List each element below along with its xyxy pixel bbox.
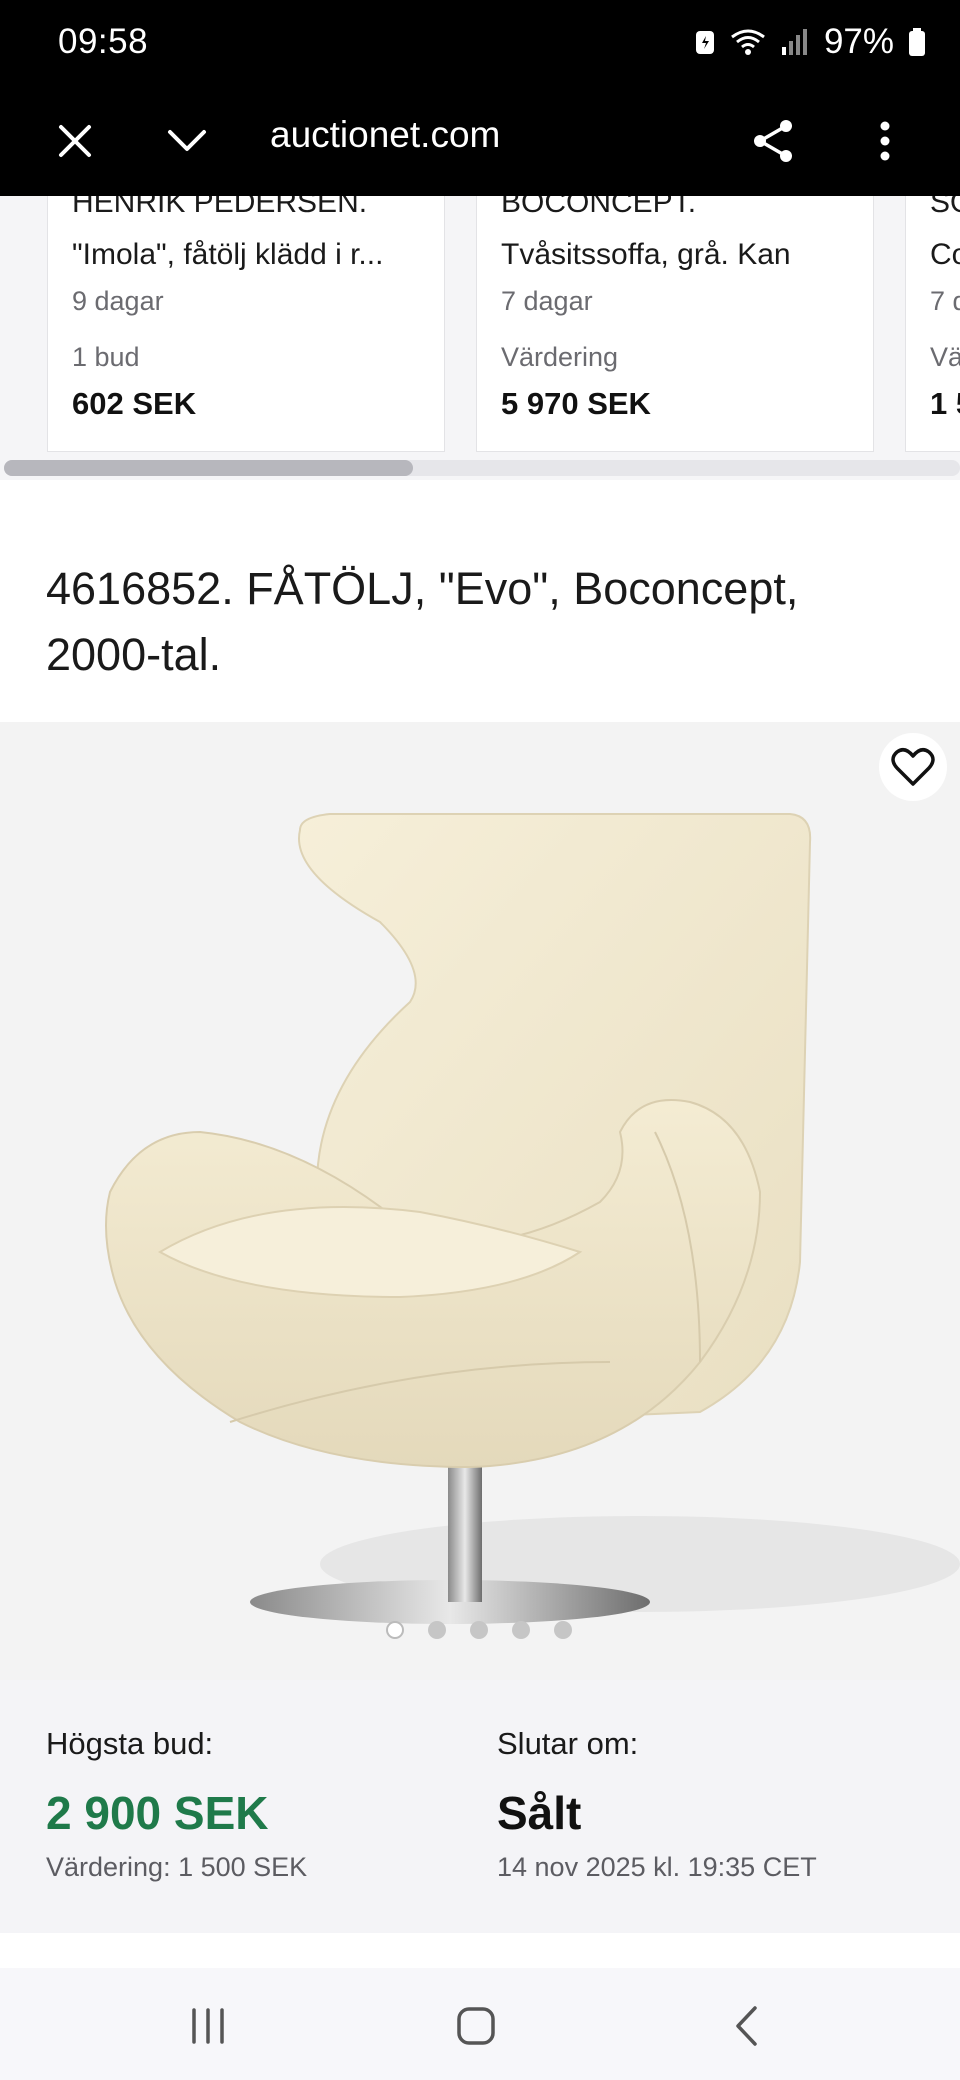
battery-percent: 97% [823,22,894,61]
card-title: SO [930,196,960,219]
card-price: 1 5 [930,386,960,421]
image-dot-4[interactable] [512,1621,530,1639]
carousel-scrollbar-thumb[interactable] [4,460,413,476]
battery-icon [908,27,926,57]
ends-label: Slutar om: [497,1726,639,1761]
recommendation-card[interactable]: SO Co 7 d Vä 1 5 [905,196,960,452]
card-subtitle: Tvåsitssoffa, grå. Kan [501,238,791,271]
item-title: 4616852. FÅTÖLJ, "Evo", Boconcept, 2000-… [46,563,799,680]
home-button[interactable] [436,1996,516,2056]
card-time-left: 9 dagar [72,286,164,316]
status-time: 09:58 [58,22,149,61]
close-tab-button[interactable] [40,106,110,176]
image-dot-1[interactable] [386,1621,404,1639]
more-vert-icon [880,121,890,161]
recommendation-card[interactable]: HENRIK PEDERSEN. "Imola", fåtölj klädd i… [47,196,445,452]
product-image[interactable] [0,722,960,1680]
valuation-text: Värdering: 1 500 SEK [46,1852,308,1882]
heart-icon [891,748,935,786]
highest-bid-amount: 2 900 SEK [46,1787,269,1839]
back-icon [736,2006,757,2046]
sale-status: Sålt [497,1787,582,1839]
recent-apps-button[interactable] [168,1996,248,2056]
recommendation-carousel[interactable]: HENRIK PEDERSEN. "Imola", fåtölj klädd i… [0,196,960,480]
recommendation-card[interactable]: BOCONCEPT. Tvåsitssoffa, grå. Kan 7 daga… [476,196,874,452]
card-price: 602 SEK [72,386,197,421]
more-options-button[interactable] [850,106,920,176]
bid-summary: Högsta bud: 2 900 SEK Värdering: 1 500 S… [0,1680,960,1933]
wifi-icon [730,27,766,57]
status-icons: 97% [694,22,926,62]
close-icon [59,125,91,157]
recent-apps-icon [192,2008,224,2044]
url-bar[interactable]: auctionet.com [270,114,500,156]
favorite-button[interactable] [879,733,947,801]
highest-bid-label: Högsta bud: [46,1726,214,1761]
image-dot-2[interactable] [428,1621,446,1639]
share-button[interactable] [738,106,808,176]
collapse-button[interactable] [152,106,222,176]
status-bar: 09:58 97% [0,0,960,86]
card-time-left: 7 d [930,286,960,316]
share-icon [754,120,792,162]
card-subtitle: Co [930,238,960,271]
image-dot-3[interactable] [470,1621,488,1639]
end-time: 14 nov 2025 kl. 19:35 CET [497,1852,817,1882]
card-subtitle: "Imola", fåtölj klädd i r... [72,238,384,271]
card-title: BOCONCEPT. [501,196,697,219]
chevron-down-icon [168,130,206,151]
image-pagination [386,1621,572,1641]
card-bid-label: Värdering [501,342,619,372]
card-title: HENRIK PEDERSEN. [72,196,368,219]
card-time-left: 7 dagar [501,286,593,316]
chair-image [105,813,960,1624]
card-bid-label: Vä [930,342,960,372]
home-icon [457,2007,495,2045]
signal-icon [780,27,810,57]
battery-saver-icon [694,28,716,56]
image-dot-5[interactable] [554,1621,572,1639]
back-button[interactable] [706,1996,786,2056]
card-bid-label: 1 bud [72,342,140,372]
system-navigation-bar [0,1968,960,2080]
card-price: 5 970 SEK [501,386,651,421]
browser-toolbar: auctionet.com [0,86,960,196]
